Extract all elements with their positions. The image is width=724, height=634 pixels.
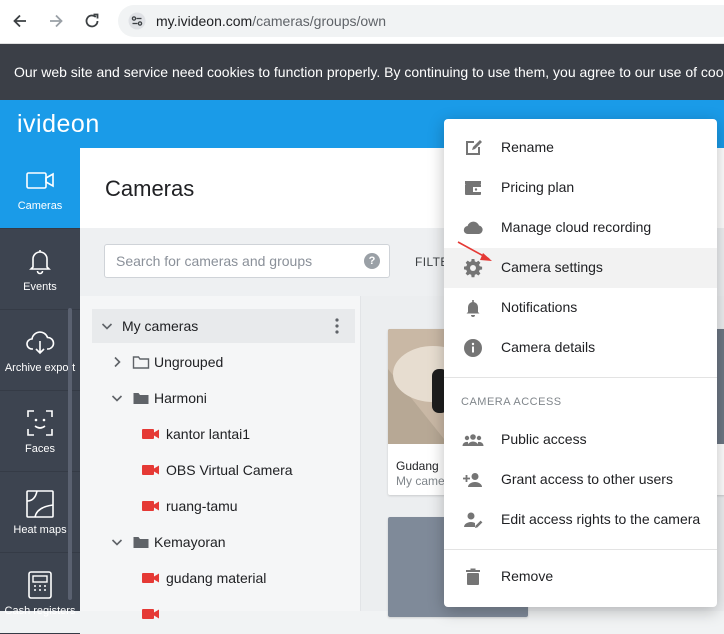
group-label: Ungrouped <box>154 354 224 370</box>
video-camera-icon <box>26 172 54 189</box>
menu-item-edit-access-rights[interactable]: Edit access rights to the camera <box>444 500 717 540</box>
video-camera-icon <box>142 429 159 439</box>
arrow-right-icon <box>50 14 63 28</box>
url-text: my.ivideon.com/cameras/groups/own <box>156 13 387 29</box>
wallet-icon <box>465 181 481 195</box>
menu-divider <box>444 549 717 550</box>
camera-label: kantor lantai1 <box>166 426 251 442</box>
reload-button[interactable] <box>79 8 105 34</box>
more-vert-icon[interactable] <box>334 317 340 335</box>
menu-item-label: Edit access rights to the camera <box>501 511 701 527</box>
menu-item-remove[interactable]: Remove <box>444 557 717 597</box>
annotation-arrow <box>457 241 492 261</box>
help-icon[interactable]: ? <box>364 253 380 269</box>
reload-icon <box>85 13 99 28</box>
menu-item-label: Camera details <box>501 339 596 355</box>
section-heading-camera-access: CAMERA ACCESS <box>461 396 562 408</box>
bell-icon <box>466 300 480 317</box>
group-label: Harmoni <box>154 390 207 406</box>
tree-root-my-cameras[interactable]: My cameras <box>92 309 355 343</box>
left-nav: Cameras Events Archive export Faces Heat… <box>0 148 80 634</box>
folder-icon <box>133 393 149 404</box>
camera-label: OBS Virtual Camera <box>166 462 293 478</box>
nav-label: Cash registers <box>4 605 76 617</box>
back-button[interactable] <box>7 8 33 34</box>
search-input[interactable] <box>104 244 390 278</box>
tree-camera-partial[interactable] <box>92 597 355 631</box>
chevron-down-icon[interactable] <box>100 319 114 333</box>
menu-item-label: Public access <box>501 431 587 447</box>
video-camera-icon <box>142 465 159 475</box>
tree-root-label: My cameras <box>122 318 199 334</box>
cookie-banner-text: Our web site and service need cookies to… <box>14 64 724 80</box>
nav-label: Cameras <box>17 200 63 212</box>
nav-label: Events <box>23 281 57 293</box>
menu-item-label: Camera settings <box>501 259 603 275</box>
cookie-banner: Our web site and service need cookies to… <box>0 44 724 100</box>
group-icon <box>462 434 484 446</box>
tree-camera-gudang-material[interactable]: gudang material <box>92 561 355 595</box>
chevron-down-icon[interactable] <box>110 391 124 405</box>
menu-item-rename[interactable]: Rename <box>444 128 717 168</box>
heat-map-icon <box>26 490 54 518</box>
camera-tree: My cameras Ungrouped Harmoni kantor lant… <box>80 296 361 619</box>
menu-item-label: Rename <box>501 139 554 155</box>
info-icon <box>464 339 482 357</box>
menu-divider <box>444 377 717 378</box>
address-bar[interactable]: my.ivideon.com/cameras/groups/own <box>118 5 724 37</box>
face-scan-icon <box>27 410 53 436</box>
tree-camera-ruang-tamu[interactable]: ruang-tamu <box>92 489 355 523</box>
edit-icon <box>466 140 482 155</box>
browser-toolbar: my.ivideon.com/cameras/groups/own <box>0 0 724 44</box>
trash-icon <box>466 568 480 585</box>
menu-item-grant-access[interactable]: Grant access to other users <box>444 460 717 500</box>
tree-group-ungrouped[interactable]: Ungrouped <box>92 345 355 379</box>
tree-group-kemayoran[interactable]: Kemayoran <box>92 525 355 559</box>
folder-outline-icon <box>132 356 150 369</box>
menu-item-pricing-plan[interactable]: Pricing plan <box>444 168 717 208</box>
arrow-left-icon <box>13 14 26 28</box>
nav-item-cameras[interactable]: Cameras <box>0 148 80 229</box>
video-camera-icon <box>142 609 159 619</box>
menu-item-camera-details[interactable]: Camera details <box>444 328 717 368</box>
cloud-download-icon <box>26 331 55 355</box>
menu-item-label: Remove <box>501 568 554 584</box>
nav-item-events[interactable]: Events <box>0 229 80 310</box>
video-camera-icon <box>142 573 159 583</box>
tree-group-harmoni[interactable]: Harmoni <box>92 381 355 415</box>
camera-context-menu: Rename Pricing plan Manage cloud recordi… <box>444 119 717 607</box>
nav-scrollbar[interactable] <box>68 308 72 600</box>
folder-icon <box>133 537 149 548</box>
menu-item-label: Manage cloud recording <box>501 219 652 235</box>
menu-item-label: Pricing plan <box>501 179 575 195</box>
person-add-icon <box>463 473 482 487</box>
page-title: Cameras <box>105 176 195 201</box>
tree-camera-obs-virtual-camera[interactable]: OBS Virtual Camera <box>92 453 355 487</box>
menu-item-notifications[interactable]: Notifications <box>444 288 717 328</box>
group-label: Kemayoran <box>154 534 226 550</box>
cloud-icon <box>463 221 483 235</box>
forward-button[interactable] <box>43 8 69 34</box>
camera-label: gudang material <box>166 570 267 586</box>
tree-camera-kantor-lantai1[interactable]: kantor lantai1 <box>92 417 355 451</box>
chevron-right-icon[interactable] <box>110 355 124 369</box>
chevron-down-icon[interactable] <box>110 535 124 549</box>
video-camera-icon <box>142 501 159 511</box>
card-title: Gudang <box>396 459 439 473</box>
person-edit-icon <box>464 512 483 528</box>
bell-icon <box>29 250 51 275</box>
ivideon-logo[interactable]: ivideon <box>17 110 100 139</box>
menu-item-label: Notifications <box>501 299 578 315</box>
menu-item-label: Grant access to other users <box>501 471 673 487</box>
menu-item-public-access[interactable]: Public access <box>444 420 717 460</box>
cash-register-icon <box>28 571 52 599</box>
site-info-icon[interactable] <box>128 12 146 30</box>
camera-label: ruang-tamu <box>166 498 238 514</box>
card-subtitle: My came <box>396 474 445 488</box>
